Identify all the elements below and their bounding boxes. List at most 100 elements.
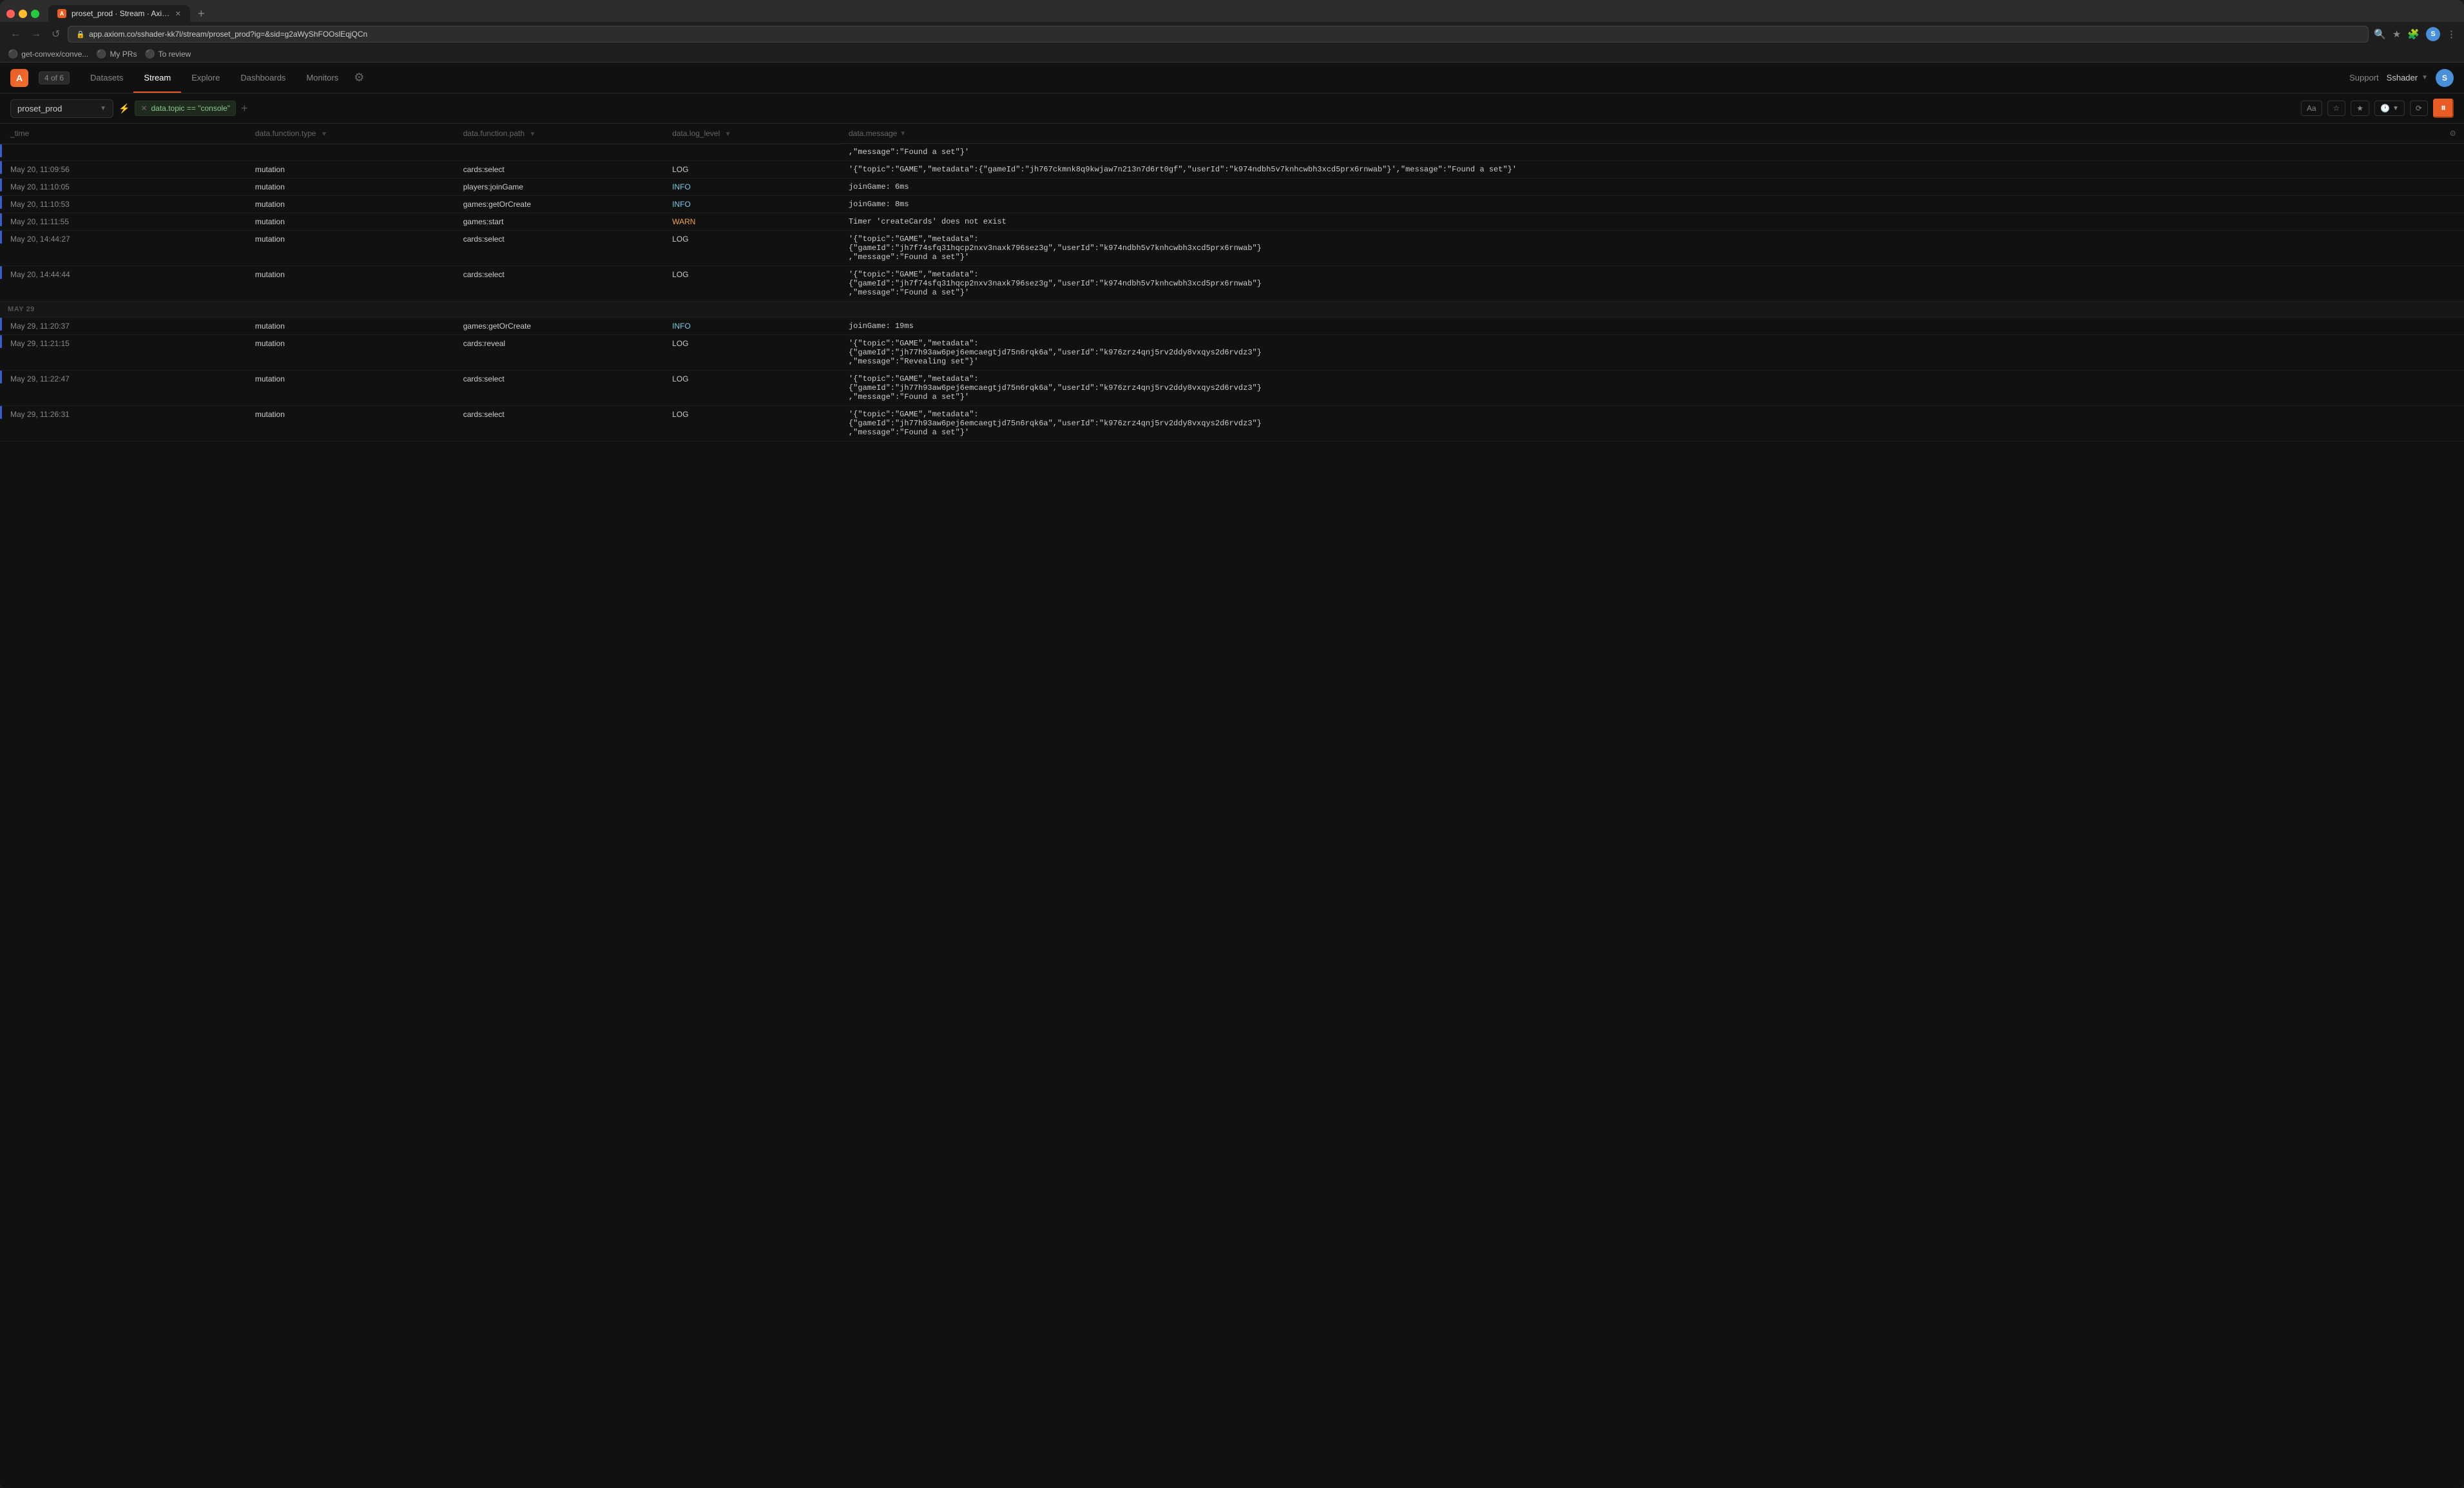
- bookmark-my-prs[interactable]: ⚫ My PRs: [96, 49, 137, 59]
- row-fn-type: [247, 144, 456, 161]
- user-menu[interactable]: Sshader ▼: [2387, 73, 2428, 82]
- row-fn-path: games:getOrCreate: [456, 196, 664, 213]
- close-traffic-light[interactable]: [6, 10, 15, 18]
- tab-datasets[interactable]: Datasets: [80, 64, 133, 93]
- app-container: A 4 of 6 Datasets Stream Explore Dashboa…: [0, 63, 2464, 1488]
- table-row[interactable]: May 20, 11:10:53 mutation games:getOrCre…: [0, 196, 2464, 213]
- th-log-level[interactable]: data.log_level ▼: [664, 124, 841, 144]
- dataset-selector[interactable]: proset_prod ▼: [10, 99, 113, 118]
- back-button[interactable]: ←: [8, 27, 23, 41]
- row-time: May 20, 11:10:05: [3, 179, 247, 196]
- row-time: May 20, 14:44:27: [3, 231, 247, 266]
- tab-bar: A proset_prod · Stream · Axion ✕ +: [0, 0, 2464, 22]
- row-message: '{"topic":"GAME","metadata": {"gameId":"…: [841, 335, 2464, 371]
- row-time: May 20, 11:10:53: [3, 196, 247, 213]
- row-time: May 29, 11:20:37: [3, 318, 247, 335]
- row-message: '{"topic":"GAME","metadata": {"gameId":"…: [841, 231, 2464, 266]
- active-tab[interactable]: A proset_prod · Stream · Axion ✕: [48, 5, 190, 22]
- extensions-button[interactable]: 🧩: [2407, 28, 2420, 40]
- row-fn-path: cards:select: [456, 161, 664, 179]
- row-fn-type: mutation: [247, 335, 456, 371]
- th-fn-type[interactable]: data.function.type ▼: [247, 124, 456, 144]
- add-filter-button[interactable]: +: [241, 102, 248, 115]
- table-row[interactable]: May 29, 11:20:37 mutation games:getOrCre…: [0, 318, 2464, 335]
- table-row[interactable]: May 29, 11:21:15 mutation cards:reveal L…: [0, 335, 2464, 371]
- tab-close-button[interactable]: ✕: [175, 10, 181, 18]
- row-fn-type: mutation: [247, 231, 456, 266]
- th-time: _time: [3, 124, 247, 144]
- row-log-level: LOG: [664, 406, 841, 441]
- star-filled-icon: ★: [2356, 104, 2363, 113]
- row-fn-path: players:joinGame: [456, 179, 664, 196]
- row-log-level: LOG: [664, 161, 841, 179]
- table-header: _time data.function.type ▼ data.function…: [0, 124, 2464, 144]
- column-settings-icon[interactable]: ⚙: [2449, 129, 2456, 138]
- refresh-query-button[interactable]: ⟳: [2410, 101, 2428, 116]
- row-message: Timer 'createCards' does not exist: [841, 213, 2464, 231]
- new-tab-button[interactable]: +: [194, 7, 209, 21]
- row-log-level: INFO: [664, 179, 841, 196]
- th-fn-path[interactable]: data.function.path ▼: [456, 124, 664, 144]
- maximize-traffic-light[interactable]: [31, 10, 39, 18]
- time-range-button[interactable]: 🕐 ▼: [2374, 101, 2405, 116]
- table-row[interactable]: May 29, 11:26:31 mutation cards:select L…: [0, 406, 2464, 441]
- row-message: joinGame: 6ms: [841, 179, 2464, 196]
- more-options-button[interactable]: ⋮: [2447, 28, 2456, 40]
- bookmark-get-convex[interactable]: ⚫ get-convex/conve...: [8, 49, 88, 59]
- row-message-line2: {"gameId":"jh7f74sfq31hqcp2nxv3naxk796se…: [849, 279, 2456, 288]
- row-message: ,"message":"Found a set"}': [841, 144, 2464, 161]
- support-link[interactable]: Support: [2349, 73, 2379, 82]
- row-fn-path: cards:select: [456, 406, 664, 441]
- github-icon-2: ⚫: [96, 49, 106, 59]
- search-browser-button[interactable]: 🔍: [2374, 28, 2386, 40]
- save-query-button[interactable]: ★: [2351, 101, 2369, 116]
- filter-remove-icon[interactable]: ✕: [140, 104, 147, 113]
- bookmark-button[interactable]: ★: [2392, 28, 2401, 40]
- table-row[interactable]: ,"message":"Found a set"}': [0, 144, 2464, 161]
- star-outline-icon: ☆: [2333, 104, 2340, 113]
- row-message-line1: '{"topic":"GAME","metadata":: [849, 270, 2456, 279]
- tab-stream[interactable]: Stream: [133, 64, 181, 93]
- bookmark-bar: ⚫ get-convex/conve... ⚫ My PRs ⚫ To revi…: [0, 46, 2464, 63]
- app-logo: A: [10, 69, 28, 87]
- table-row[interactable]: May 20, 11:09:56 mutation cards:select L…: [0, 161, 2464, 179]
- row-message-line3: ,"message":"Found a set"}': [849, 288, 2456, 297]
- minimize-traffic-light[interactable]: [19, 10, 27, 18]
- url-bar[interactable]: 🔒 app.axiom.co/sshader-kk7l/stream/prose…: [68, 26, 2369, 43]
- row-log-level: INFO: [664, 196, 841, 213]
- bookmark-to-review[interactable]: ⚫ To review: [144, 49, 191, 59]
- table-row[interactable]: May 20, 11:11:55 mutation games:start WA…: [0, 213, 2464, 231]
- pause-icon: ⏸: [2441, 102, 2446, 114]
- row-time: May 29, 11:26:31: [3, 406, 247, 441]
- row-fn-path: games:start: [456, 213, 664, 231]
- starred-queries-button[interactable]: ☆: [2327, 101, 2346, 116]
- date-separator-label: MAY 29: [0, 302, 2464, 318]
- row-message-line1: '{"topic":"GAME","metadata":: [849, 235, 2456, 244]
- table-row[interactable]: May 20, 14:44:44 mutation cards:select L…: [0, 266, 2464, 302]
- row-fn-type: mutation: [247, 213, 456, 231]
- table-row[interactable]: May 20, 11:10:05 mutation players:joinGa…: [0, 179, 2464, 196]
- row-message-line2: {"gameId":"jh77h93aw6pej6emcaegtjd75n6rq…: [849, 348, 2456, 357]
- profile-button[interactable]: S: [2426, 27, 2440, 41]
- github-icon-3: ⚫: [144, 49, 155, 59]
- row-fn-type: mutation: [247, 179, 456, 196]
- aa-button[interactable]: Aa: [2301, 101, 2322, 116]
- table-row[interactable]: May 20, 14:44:27 mutation cards:select L…: [0, 231, 2464, 266]
- tab-monitors[interactable]: Monitors: [296, 64, 349, 93]
- table-row[interactable]: May 29, 11:22:47 mutation cards:select L…: [0, 371, 2464, 406]
- forward-button[interactable]: →: [28, 27, 44, 41]
- refresh-button[interactable]: ↺: [49, 26, 63, 42]
- table-body: ,"message":"Found a set"}' May 20, 11:09…: [0, 144, 2464, 441]
- bookmark-get-convex-label: get-convex/conve...: [21, 50, 88, 59]
- refresh-icon: ⟳: [2416, 104, 2422, 113]
- tab-dashboards[interactable]: Dashboards: [230, 64, 296, 93]
- settings-gear-icon[interactable]: ⚙: [349, 71, 369, 84]
- user-avatar[interactable]: S: [2436, 69, 2454, 87]
- pause-stream-button[interactable]: ⏸: [2433, 99, 2454, 118]
- row-log-level: INFO: [664, 318, 841, 335]
- row-message-line2: {"gameId":"jh77h93aw6pej6emcaegtjd75n6rq…: [849, 383, 2456, 392]
- row-fn-type: mutation: [247, 318, 456, 335]
- filter-bar: proset_prod ▼ ⚡ ✕ data.topic == "console…: [0, 93, 2464, 124]
- filter-tag[interactable]: ✕ data.topic == "console": [135, 101, 236, 116]
- tab-explore[interactable]: Explore: [181, 64, 230, 93]
